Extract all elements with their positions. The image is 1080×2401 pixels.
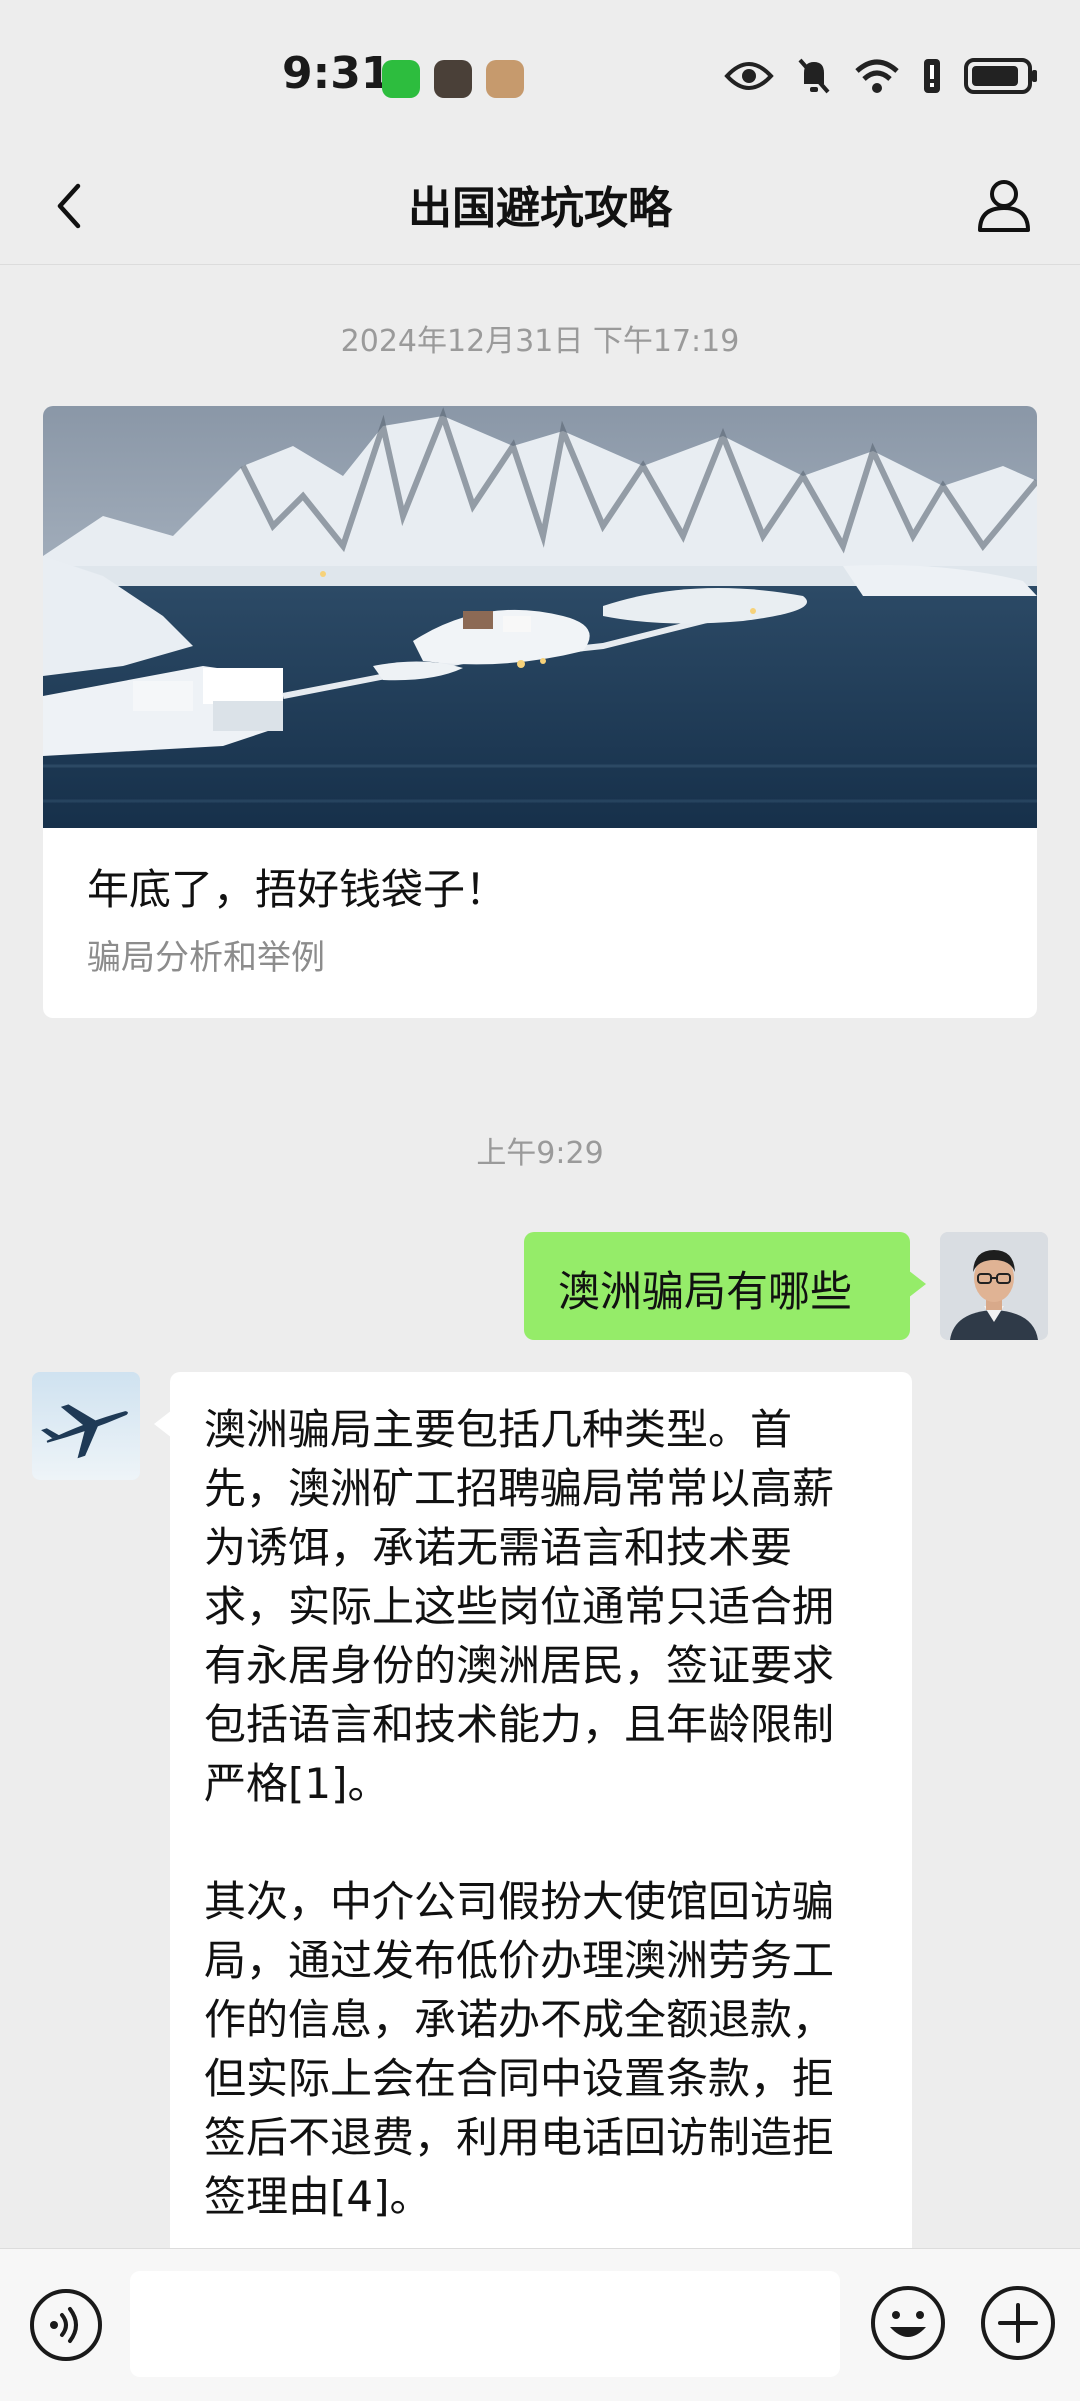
profile-button[interactable] (972, 172, 1036, 236)
user-avatar-image (940, 1232, 1048, 1340)
battery-alert-icon (924, 59, 940, 93)
chat-title: 出国避坑攻略 (408, 183, 672, 234)
article-subtitle: 骗局分析和举例 (87, 938, 325, 978)
mute-bell-icon (798, 58, 830, 94)
status-bar: 9:31 (0, 0, 1080, 150)
system-icons (724, 56, 1040, 96)
voice-input-button[interactable] (28, 2287, 104, 2363)
wechat-notification-icon (382, 60, 420, 98)
security-notification-icon (434, 60, 472, 98)
bot-message-paragraph-2: 其次，中介公司假扮大使馆回访骗 局，通过发布低价办理澳洲劳务工 作的信息，承诺办… (204, 1877, 835, 2221)
article-title: 年底了，捂好钱袋子！ (87, 865, 508, 914)
battery-icon (964, 58, 1037, 94)
eye-icon (724, 62, 774, 90)
bot-avatar[interactable] (32, 1372, 140, 1480)
article-card[interactable]: 年底了，捂好钱袋子！ 骗局分析和举例 (43, 406, 1037, 1018)
wifi-icon (855, 59, 899, 93)
chat-timestamp: 上午9:29 (476, 1136, 604, 1171)
user-message-bubble[interactable]: 澳洲骗局有哪些 (524, 1232, 926, 1340)
chat-header: 出国避坑攻略 (0, 150, 1080, 265)
user-avatar[interactable] (940, 1232, 1048, 1340)
input-bar (0, 2248, 1080, 2401)
message-input[interactable] (130, 2271, 840, 2377)
article-cover-image (43, 406, 1037, 828)
bot-message-bubble[interactable]: 澳洲骗局主要包括几种类型。首 先，澳洲矿工招聘骗局常常以高薪 为诱饵，承诺无需语… (154, 1372, 912, 2272)
emoji-button[interactable] (868, 2283, 948, 2363)
article-timestamp: 2024年12月31日 下午17:19 (340, 324, 740, 359)
bot-message-paragraph-1: 澳洲骗局主要包括几种类型。首 先，澳洲矿工招聘骗局常常以高薪 为诱饵，承诺无需语… (204, 1405, 835, 1808)
status-time: 9:31 (282, 48, 392, 99)
weather-notification-icon (486, 60, 524, 98)
more-options-button[interactable] (978, 2283, 1058, 2363)
airplane-icon (32, 1372, 140, 1480)
